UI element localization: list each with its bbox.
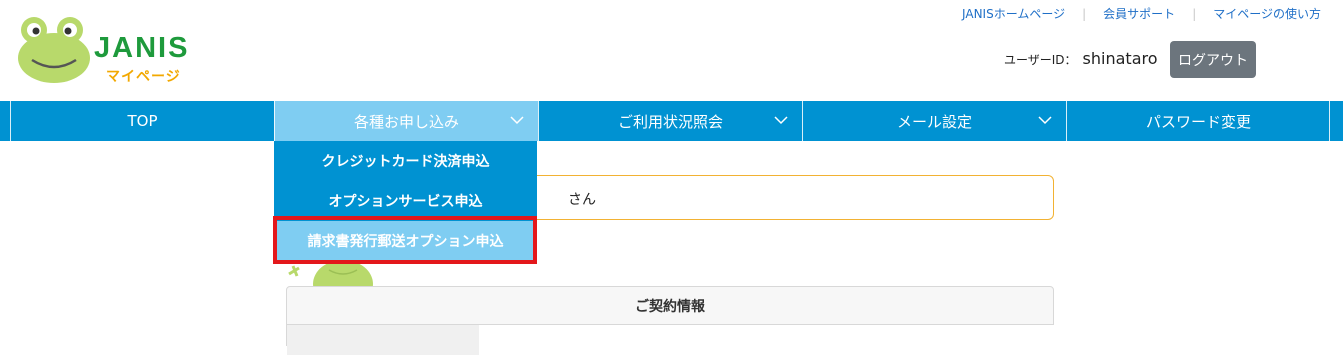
greeting-suffix: さん xyxy=(568,192,596,208)
nav-item-label: パスワード変更 xyxy=(1145,112,1251,131)
chevron-down-icon xyxy=(774,116,788,125)
mypage-guide-link[interactable]: マイページの使い方 xyxy=(1213,5,1321,22)
chevron-down-icon xyxy=(1038,116,1052,125)
nav-item-label: メール設定 xyxy=(896,112,972,131)
nav-item-label: 各種お申し込み xyxy=(353,112,459,131)
janis-homepage-link[interactable]: JANISホームページ xyxy=(962,5,1065,22)
link-divider: | xyxy=(1082,6,1087,21)
link-divider: | xyxy=(1192,6,1197,21)
menu-item-option-service[interactable]: オプションサービス申込 xyxy=(274,181,537,221)
nav-item-mail-settings[interactable]: メール設定 xyxy=(802,101,1066,141)
nav-item-label: TOP xyxy=(127,112,158,130)
nav-item-applications[interactable]: 各種お申し込み xyxy=(274,101,538,141)
user-id-value: shinataro xyxy=(1082,49,1158,68)
menu-item-invoice-mailing-option[interactable]: 請求書発行郵送オプション申込 xyxy=(274,221,537,261)
nav-item-label: ご利用状況照会 xyxy=(617,112,723,131)
menu-item-credit-card-payment[interactable]: クレジットカード決済申込 xyxy=(274,141,537,181)
greeting-box: さん xyxy=(520,175,1054,220)
contract-row-value xyxy=(479,325,1055,355)
janis-logo[interactable]: JANIS マイページ xyxy=(14,14,204,94)
logo-title: JANIS xyxy=(94,32,190,64)
frog-mascot-icon xyxy=(18,17,90,83)
chevron-down-icon xyxy=(510,116,524,125)
logout-button[interactable]: ログアウト xyxy=(1170,41,1256,78)
contract-info-panel: ご契約情報 xyxy=(286,286,1055,355)
nav-item-top[interactable]: TOP xyxy=(10,101,274,141)
contract-info-title: ご契約情報 xyxy=(287,287,1053,325)
member-support-link[interactable]: 会員サポート xyxy=(1103,5,1175,22)
top-links: JANISホームページ | 会員サポート | マイページの使い方 xyxy=(962,5,1321,22)
contract-row-label xyxy=(287,325,479,355)
nav-item-password-change[interactable]: パスワード変更 xyxy=(1066,101,1330,141)
main-nav: TOP 各種お申し込み ご利用状況照会 メール設定 パスワード変更 xyxy=(0,101,1343,141)
applications-dropdown-menu: クレジットカード決済申込 オプションサービス申込 請求書発行郵送オプション申込 xyxy=(274,141,537,261)
user-id-label: ユーザーID： xyxy=(1004,53,1077,67)
nav-item-usage-inquiry[interactable]: ご利用状況照会 xyxy=(538,101,802,141)
user-id-display: ユーザーID： shinataro xyxy=(1004,49,1158,68)
logo-subtitle: マイページ xyxy=(106,69,181,85)
nav-divider xyxy=(1329,101,1330,141)
